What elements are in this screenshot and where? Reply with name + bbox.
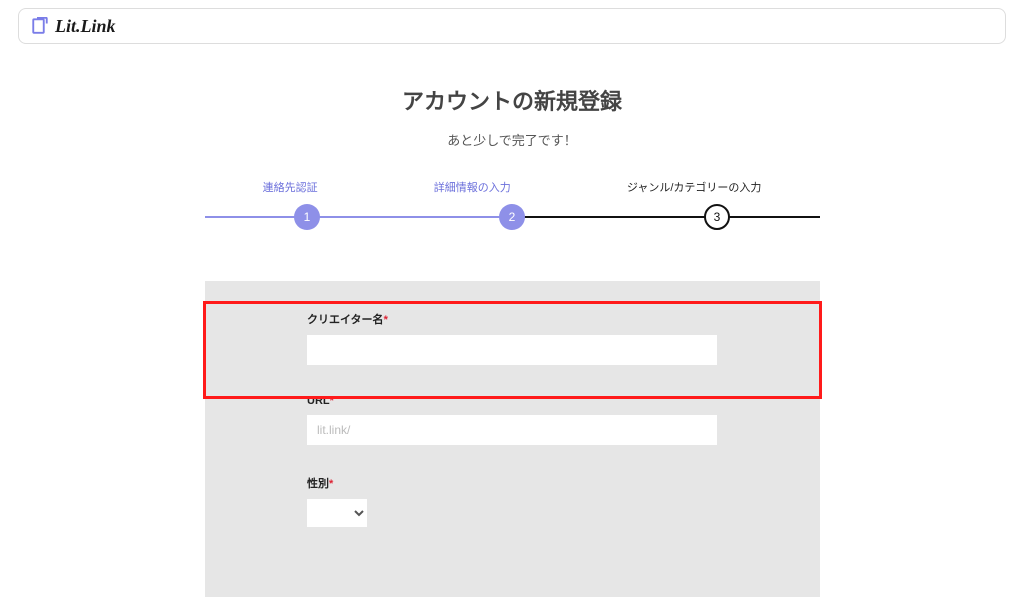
gender-label-text: 性別 — [307, 478, 329, 490]
step-track: 1 2 3 — [205, 203, 820, 231]
field-creator: クリエイター名* — [307, 311, 717, 365]
step-circle-3: 3 — [704, 204, 730, 230]
main-content: アカウントの新規登録 あと少しで完了です！ 連絡先認証 詳細情報の入力 ジャンル… — [0, 84, 1024, 597]
brand-name: Lit.Link — [55, 16, 116, 37]
step-label-3: ジャンル/カテゴリーの入力 — [627, 179, 762, 195]
gender-label: 性別* — [307, 475, 717, 491]
step-circle-1: 1 — [294, 204, 320, 230]
field-gender: 性別* — [307, 475, 717, 527]
creator-label: クリエイター名* — [307, 311, 717, 327]
form-panel: クリエイター名* URL* 性別* — [205, 281, 820, 597]
step-circle-2: 2 — [499, 204, 525, 230]
url-label: URL* — [307, 395, 717, 407]
creator-input[interactable] — [307, 335, 717, 365]
step-label-2: 詳細情報の入力 — [434, 179, 511, 195]
step-labels: 連絡先認証 詳細情報の入力 ジャンル/カテゴリーの入力 — [205, 179, 820, 195]
step-label-1: 連絡先認証 — [263, 179, 318, 195]
page-subtitle: あと少しで完了です！ — [0, 130, 1024, 149]
gender-select[interactable] — [307, 499, 367, 527]
brand-logo-icon — [31, 17, 49, 35]
required-mark: * — [384, 314, 388, 326]
url-label-text: URL — [307, 395, 330, 407]
required-mark: * — [329, 478, 333, 490]
step-circles: 1 2 3 — [205, 204, 820, 230]
required-mark: * — [330, 395, 334, 407]
url-input[interactable] — [307, 415, 717, 445]
field-url: URL* — [307, 395, 717, 445]
header-bar: Lit.Link — [18, 8, 1006, 44]
creator-label-text: クリエイター名 — [307, 314, 384, 326]
brand-link[interactable]: Lit.Link — [31, 16, 116, 37]
page-title: アカウントの新規登録 — [0, 84, 1024, 116]
stepper: 連絡先認証 詳細情報の入力 ジャンル/カテゴリーの入力 1 2 3 — [205, 179, 820, 231]
